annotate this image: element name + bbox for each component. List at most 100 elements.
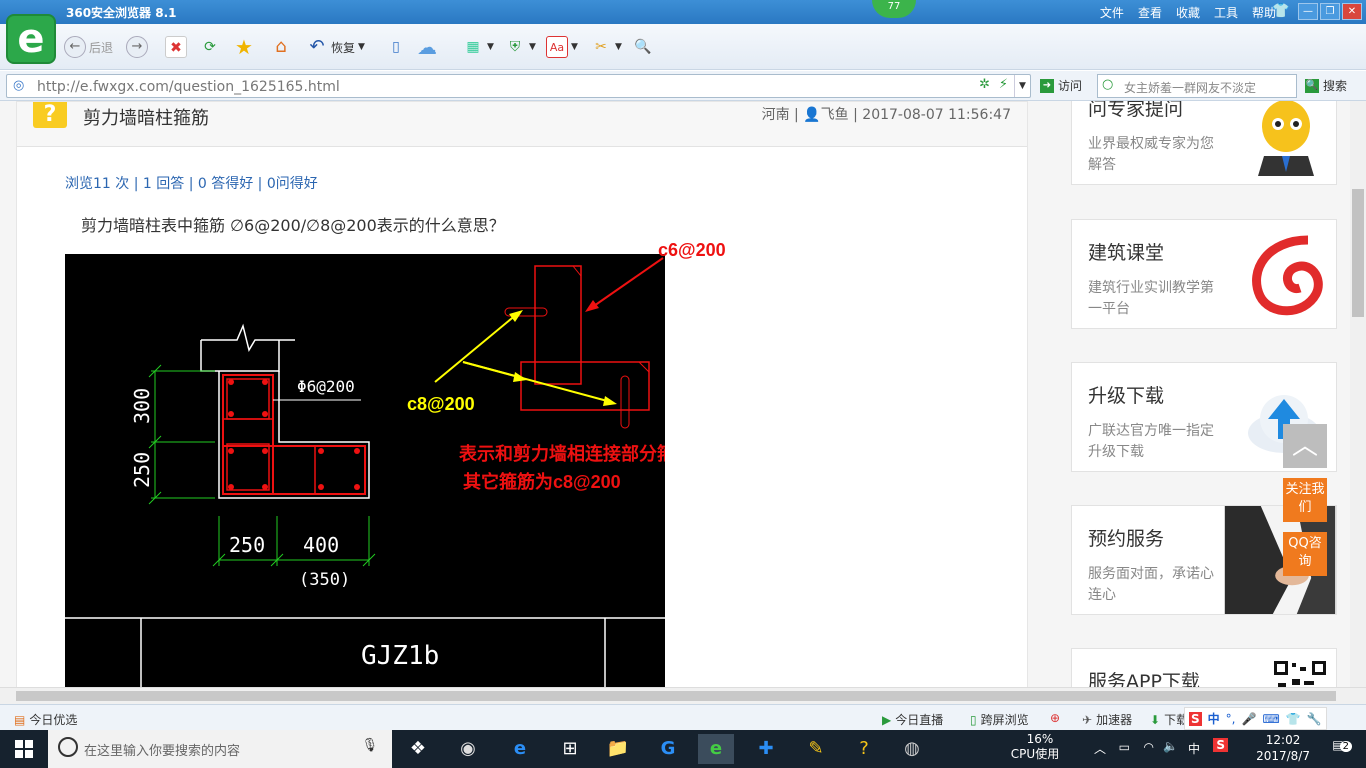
question-meta: 河南 | 👤飞鱼 | 2017-08-07 11:56:47 [761,107,1011,123]
sogou-tray-icon[interactable]: S [1213,738,1228,752]
browser-logo[interactable]: e [6,14,56,64]
cloud-icon[interactable]: ☁ [416,36,438,58]
forward-button[interactable]: → [126,36,148,58]
vertical-scroll-thumb[interactable] [1352,189,1364,317]
screenshot-icon[interactable]: ✂ [590,36,612,58]
follow-us-button[interactable]: 关注我们 [1283,478,1327,522]
wifi-icon[interactable]: ◠ [1144,740,1154,754]
stop-icon[interactable]: ✖ [165,36,187,58]
maximize-button[interactable]: ❐ [1320,3,1340,20]
swirl-logo-icon [1252,235,1323,316]
favorite-star-icon[interactable]: ★ [233,36,255,58]
card-building-class[interactable]: 建筑课堂 建筑行业实训教学第一平台 [1071,219,1337,329]
taskbar-search[interactable]: 在这里输入你要搜索的内容 🎙 [48,730,392,768]
dim-250-vertical-label: 250 [130,452,154,488]
action-center-icon[interactable]: ▤2 [1332,738,1352,752]
app-plus-icon[interactable]: ✚ [748,734,784,764]
title-bar: 360安全浏览器 8.1 77 文件 查看 收藏 工具 帮助 👕 — ❐ ✕ [0,0,1366,24]
mic-icon: 🎤 [1241,711,1257,726]
ime-indicator[interactable]: 中 [1188,740,1200,757]
card-app-download[interactable]: 服务APP下载 [1071,648,1337,687]
search-engine-icon[interactable]: ○ [1102,77,1113,92]
c8-label: c8@200 [407,394,475,414]
url-dropdown-icon[interactable]: ▼ [1014,75,1030,97]
question-panel: ? 剪力墙暗柱箍筋 河南 | 👤飞鱼 | 2017-08-07 11:56:47… [16,101,1028,687]
store-icon[interactable]: ⊞ [552,734,588,764]
cpu-meter[interactable]: 16% CPU使用 [1011,732,1060,762]
menu-tools[interactable]: 工具 [1214,4,1238,21]
notes-icon[interactable]: ✎ [798,734,834,764]
cad-drawing-image[interactable]: Φ6@200 300 250 250 400 (350) c8@200 表示和剪… [65,254,779,687]
edge-icon[interactable]: e [502,734,538,764]
close-button[interactable]: ✕ [1342,3,1362,20]
qr-code-icon [1274,661,1326,687]
menu-favorites[interactable]: 收藏 [1176,4,1200,21]
horizontal-scrollbar[interactable] [0,687,1366,704]
restore-button[interactable]: ↶ 恢复 ▼ [306,36,364,58]
phone-icon[interactable]: ▯ [385,36,407,58]
horizontal-scroll-thumb[interactable] [16,691,1336,701]
tray-chevron-icon[interactable]: ︿ [1094,740,1106,757]
status-bar: ▤ 今日优选 ▶ 今日直播 ▯ 跨屏浏览 ⊕ ✈ 加速器 ⬇ 下载 S 中 °, 🎤 ⌨ … [0,704,1366,730]
dim-300-label: 300 [130,388,154,424]
wrench-icon: 🔧 [1306,711,1322,726]
plus-circle-icon[interactable]: ⊕ [1050,711,1060,725]
cad-drawing-svg: Φ6@200 300 250 250 400 (350) c8@200 表示和剪… [65,257,779,687]
browser-360-icon[interactable]: e [698,734,734,764]
zoom-icon[interactable]: 🔍 [632,36,654,58]
url-field[interactable]: ◎ http://e.fwxgx.com/question_1625165.ht… [6,74,1031,98]
go-arrow-icon: ➜ [1040,78,1054,93]
meta-region[interactable]: 河南 [762,107,790,123]
file-explorer-icon[interactable]: 📁 [600,734,636,764]
explanation-line-1: 表示和剪力墙相连接部分箍筋为c6@200 [459,443,665,464]
minimize-button[interactable]: — [1298,3,1318,20]
app-swirl-icon[interactable]: ◉ [450,734,486,764]
vertical-scrollbar[interactable] [1350,101,1366,687]
notification-badge[interactable]: 77 [872,0,916,18]
clock[interactable]: 12:02 2017/8/7 [1256,732,1310,764]
shield-icon[interactable]: ⛨ [504,36,526,58]
speed-mode-icon[interactable]: ✲ [979,77,990,92]
sidebar: 问专家提问 业界最权威专家为您解答 建筑课堂 建筑行业实训教学第一平台 升级下载… [1071,101,1337,687]
home-icon[interactable]: ⌂ [270,36,292,58]
cross-screen-button[interactable]: ▯ 跨屏浏览 [970,711,1029,728]
app-g-icon[interactable]: G [650,734,686,764]
apps-icon[interactable]: ▦ [462,36,484,58]
menu-view[interactable]: 查看 [1138,4,1162,21]
search-button[interactable]: 🔍 搜索 [1305,77,1347,94]
question-header: ? 剪力墙暗柱箍筋 河南 | 👤飞鱼 | 2017-08-07 11:56:47 [17,102,1027,147]
volume-icon[interactable]: 🔈 [1163,739,1178,753]
lightning-icon[interactable]: ⚡ [999,77,1008,92]
keyboard-icon: ⌨ [1262,711,1280,726]
app-disc-icon[interactable]: ◍ [894,734,930,764]
back-arrow-icon: ← [64,36,86,58]
task-view-icon[interactable]: ❖ [400,734,436,764]
download-button[interactable]: ⬇ 下载 [1150,711,1188,728]
meta-user[interactable]: 飞鱼 [821,107,849,123]
gift-icon: ▤ [14,712,26,727]
skin-icon[interactable]: 👕 [1272,3,1289,19]
url-text[interactable]: http://e.fwxgx.com/question_1625165.html [37,79,340,95]
windows-logo-icon [15,740,33,758]
translate-icon[interactable]: Aa [546,36,568,58]
battery-icon[interactable]: ▭ [1119,740,1130,754]
start-button[interactable] [0,730,48,768]
accelerator-button[interactable]: ✈ 加速器 [1082,711,1132,728]
help-app-icon[interactable]: ? [846,734,882,764]
page-content: ? 剪力墙暗柱箍筋 河南 | 👤飞鱼 | 2017-08-07 11:56:47… [0,101,1366,687]
search-input[interactable]: 女主娇羞一群网友不淡定 [1097,74,1297,98]
punct-icon: °, [1225,711,1236,726]
menu-file[interactable]: 文件 [1100,4,1124,21]
refresh-icon[interactable]: ⟳ [199,36,221,58]
back-to-top-icon[interactable]: ︿ [1283,424,1327,468]
rocket-icon: ✈ [1082,712,1093,727]
ime-toolbar[interactable]: S 中 °, 🎤 ⌨ 👕 🔧 [1184,707,1327,730]
today-picks-button[interactable]: ▤ 今日优选 [14,711,77,728]
windows-taskbar: 在这里输入你要搜索的内容 🎙 ❖ ◉ e ⊞ 📁 G e ✚ ✎ ? ◍ 16%… [0,730,1366,768]
qq-consult-button[interactable]: QQ咨询 [1283,532,1327,576]
question-mark-icon: ? [33,102,67,128]
today-live-button[interactable]: ▶ 今日直播 [882,711,943,728]
card-ask-expert[interactable]: 问专家提问 业界最权威专家为您解答 [1071,101,1337,185]
back-button[interactable]: ← 后退 [64,36,113,58]
visit-button[interactable]: ➜ 访问 [1040,77,1082,94]
